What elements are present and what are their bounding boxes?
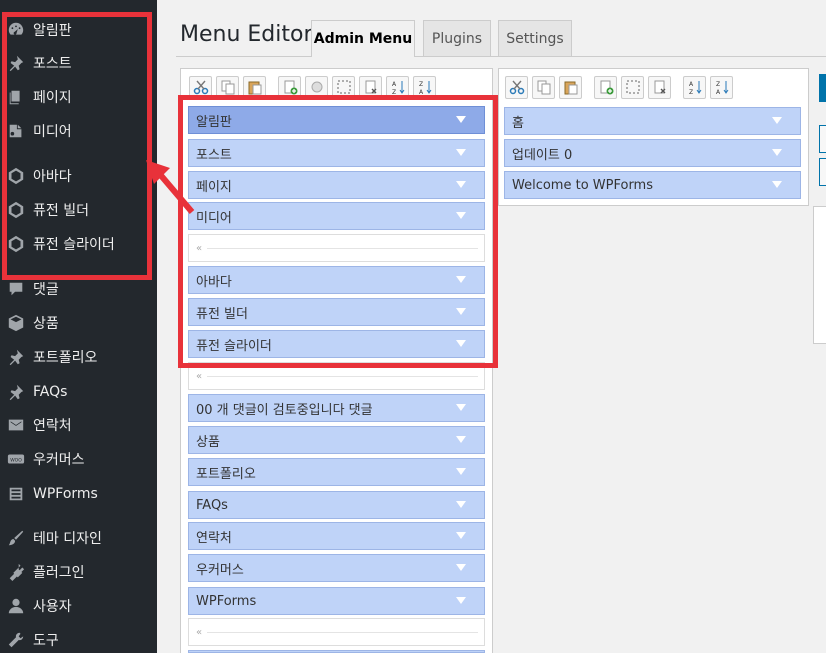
submenu-item[interactable]: 홈: [504, 107, 801, 135]
sort-descending-button[interactable]: ZA: [710, 75, 733, 99]
sidebar-item-label: 사용자: [33, 599, 72, 615]
menu-item[interactable]: 연락처: [188, 522, 485, 550]
pin-icon: [5, 381, 27, 403]
add-item-button[interactable]: [594, 75, 617, 99]
sidebar-item-users[interactable]: 사용자: [0, 591, 157, 621]
menu-item[interactable]: FAQs: [188, 491, 485, 519]
svg-text:Z: Z: [689, 89, 693, 95]
user-icon: [5, 595, 27, 617]
product-icon: [5, 312, 27, 334]
chevron-down-icon[interactable]: [456, 532, 466, 539]
sort-ascending-button[interactable]: AZ: [683, 75, 706, 99]
brush-icon: [5, 527, 27, 549]
wrench-icon: [5, 629, 27, 651]
side-panel: [813, 206, 826, 344]
sidebar-item-label: 상품: [33, 316, 59, 332]
sidebar-item-label: 테마 디자인: [33, 531, 102, 547]
annotation-box-menu: [178, 95, 498, 368]
svg-text:A: A: [716, 89, 721, 95]
mail-icon: [5, 414, 27, 436]
sidebar-item-tools[interactable]: 도구: [0, 625, 157, 653]
sidebar-item-plugins[interactable]: 플러그인: [0, 557, 157, 587]
sidebar-item-portfolio[interactable]: 포트폴리오: [0, 342, 157, 372]
save-changes-button[interactable]: [819, 74, 826, 102]
sidebar-item-label: FAQs: [33, 384, 68, 400]
submenu-item[interactable]: 업데이트 0: [504, 139, 801, 167]
svg-text:Z: Z: [419, 81, 423, 88]
chevron-down-icon[interactable]: [772, 181, 782, 188]
sidebar-item-products[interactable]: 상품: [0, 308, 157, 338]
sidebar-item-label: 도구: [33, 633, 59, 649]
tab-settings[interactable]: Settings: [498, 20, 572, 56]
page-title: Menu Editor: [180, 22, 313, 47]
pin-icon: [5, 346, 27, 368]
delete-button[interactable]: [648, 75, 671, 99]
copy-button[interactable]: [532, 75, 555, 99]
woo-icon: WOO: [5, 448, 27, 470]
chevron-down-icon[interactable]: [456, 597, 466, 604]
svg-text:WOO: WOO: [10, 457, 22, 463]
sidebar-item-label: WPForms: [33, 486, 98, 502]
chevron-down-icon[interactable]: [772, 117, 782, 124]
chevron-down-icon[interactable]: [456, 468, 466, 475]
menu-item[interactable]: 포트폴리오: [188, 458, 485, 486]
chevron-down-icon[interactable]: [456, 436, 466, 443]
menu-item[interactable]: WPForms: [188, 587, 485, 615]
sidebar-item-label: 플러그인: [33, 565, 85, 581]
sidebar-item-label: 포트폴리오: [33, 350, 98, 366]
submenu-toolbar: AZ ZA: [499, 69, 808, 105]
forms-icon: [5, 483, 27, 505]
action-button[interactable]: [819, 158, 826, 186]
sidebar-item-woocommerce[interactable]: WOO 우커머스: [0, 444, 157, 474]
chevron-down-icon[interactable]: [772, 149, 782, 156]
chevron-down-icon[interactable]: [456, 404, 466, 411]
submenu-item[interactable]: Welcome to WPForms: [504, 171, 801, 199]
sidebar-item-faqs[interactable]: FAQs: [0, 377, 157, 407]
svg-text:A: A: [392, 81, 397, 88]
action-button[interactable]: [819, 125, 826, 153]
paste-button[interactable]: [559, 75, 582, 99]
menu-item[interactable]: 상품: [188, 426, 485, 454]
menu-separator[interactable]: «: [188, 618, 485, 646]
chevron-down-icon[interactable]: [456, 564, 466, 571]
svg-text:Z: Z: [716, 81, 720, 88]
sidebar-item-contacts[interactable]: 연락처: [0, 410, 157, 440]
sidebar-item-appearance[interactable]: 테마 디자인: [0, 523, 157, 553]
annotation-arrow: [146, 160, 195, 214]
tab-plugins[interactable]: Plugins: [423, 20, 491, 56]
select-button[interactable]: [621, 75, 644, 99]
sidebar-item-wpforms[interactable]: WPForms: [0, 479, 157, 509]
menu-item[interactable]: 00 개 댓글이 검토중입니다 댓글: [188, 394, 485, 422]
tab-admin-menu[interactable]: Admin Menu: [311, 20, 415, 57]
cut-button[interactable]: [505, 75, 528, 99]
sidebar-item-label: 댓글: [33, 282, 59, 298]
plugin-icon: [5, 561, 27, 583]
svg-text:A: A: [689, 81, 694, 88]
menu-item[interactable]: 우커머스: [188, 554, 485, 582]
sidebar-item-label: 연락처: [33, 418, 72, 434]
chevron-down-icon[interactable]: [456, 501, 466, 508]
sidebar-item-label: 우커머스: [33, 452, 85, 468]
comment-icon: [5, 278, 27, 300]
tab-divider: [176, 56, 826, 57]
annotation-box-sidebar: [2, 12, 152, 280]
